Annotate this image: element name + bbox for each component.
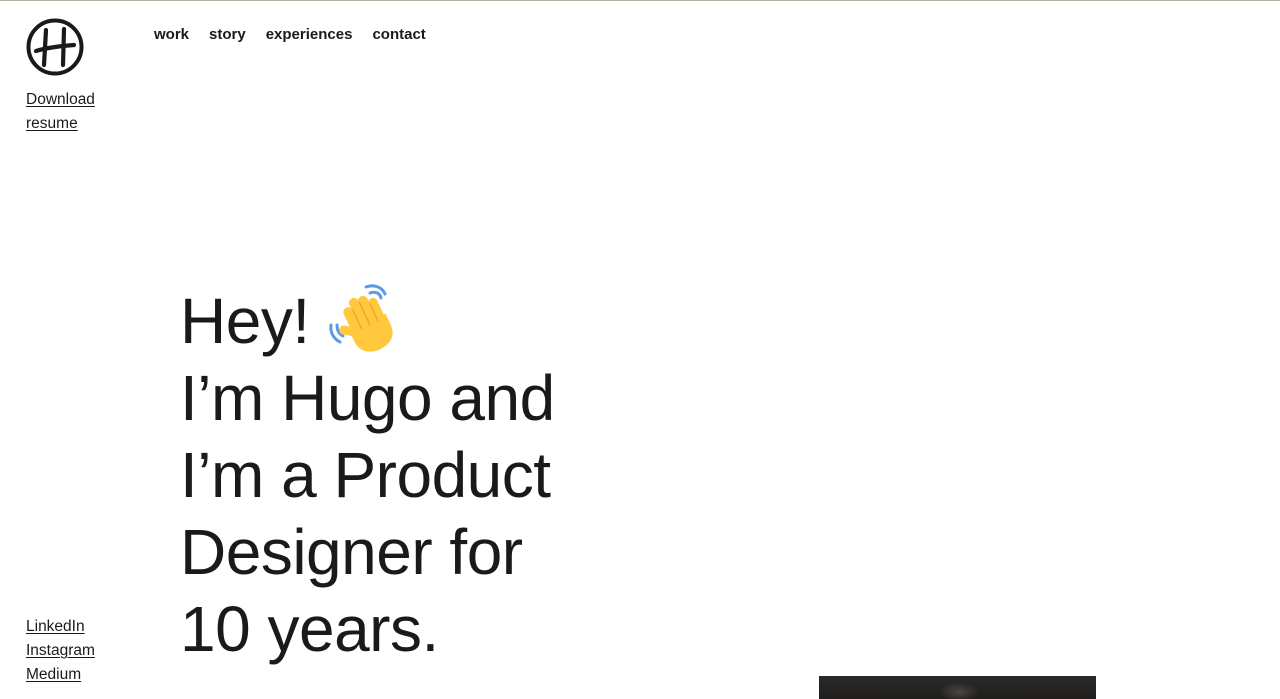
photo-highlight <box>939 682 979 699</box>
nav-item-story[interactable]: story <box>209 25 246 45</box>
hugo-monogram-logo-icon[interactable] <box>26 18 84 76</box>
portrait-photo <box>819 676 1096 699</box>
download-label-line1: Download <box>26 91 95 108</box>
waving-hand-icon <box>328 281 404 353</box>
hero-line-2: I’m Hugo and <box>180 362 555 434</box>
download-label-line2: resume <box>26 115 78 132</box>
hero-line-5: 10 years. <box>180 593 439 665</box>
main-nav: work story experiences contact <box>154 25 426 45</box>
instagram-link[interactable]: Instagram <box>26 639 95 663</box>
hero-heading: Hey! I’m Hugo and I’m a Product Designer… <box>180 283 700 668</box>
download-resume-link[interactable]: Download resume <box>26 88 126 136</box>
hero-line-3: I’m a Product <box>180 439 551 511</box>
nav-item-contact[interactable]: contact <box>372 25 425 45</box>
social-links: LinkedIn Instagram Medium <box>26 615 95 687</box>
hero-line-greeting: Hey! <box>180 283 700 360</box>
nav-item-work[interactable]: work <box>154 25 189 45</box>
nav-item-experiences[interactable]: experiences <box>266 25 353 45</box>
medium-link[interactable]: Medium <box>26 663 95 687</box>
hero-line-4: Designer for <box>180 516 523 588</box>
top-divider <box>0 0 1280 1</box>
hero-greeting-text: Hey! <box>180 285 310 357</box>
linkedin-link[interactable]: LinkedIn <box>26 615 95 639</box>
page: Download resume work story experiences c… <box>0 0 1280 699</box>
